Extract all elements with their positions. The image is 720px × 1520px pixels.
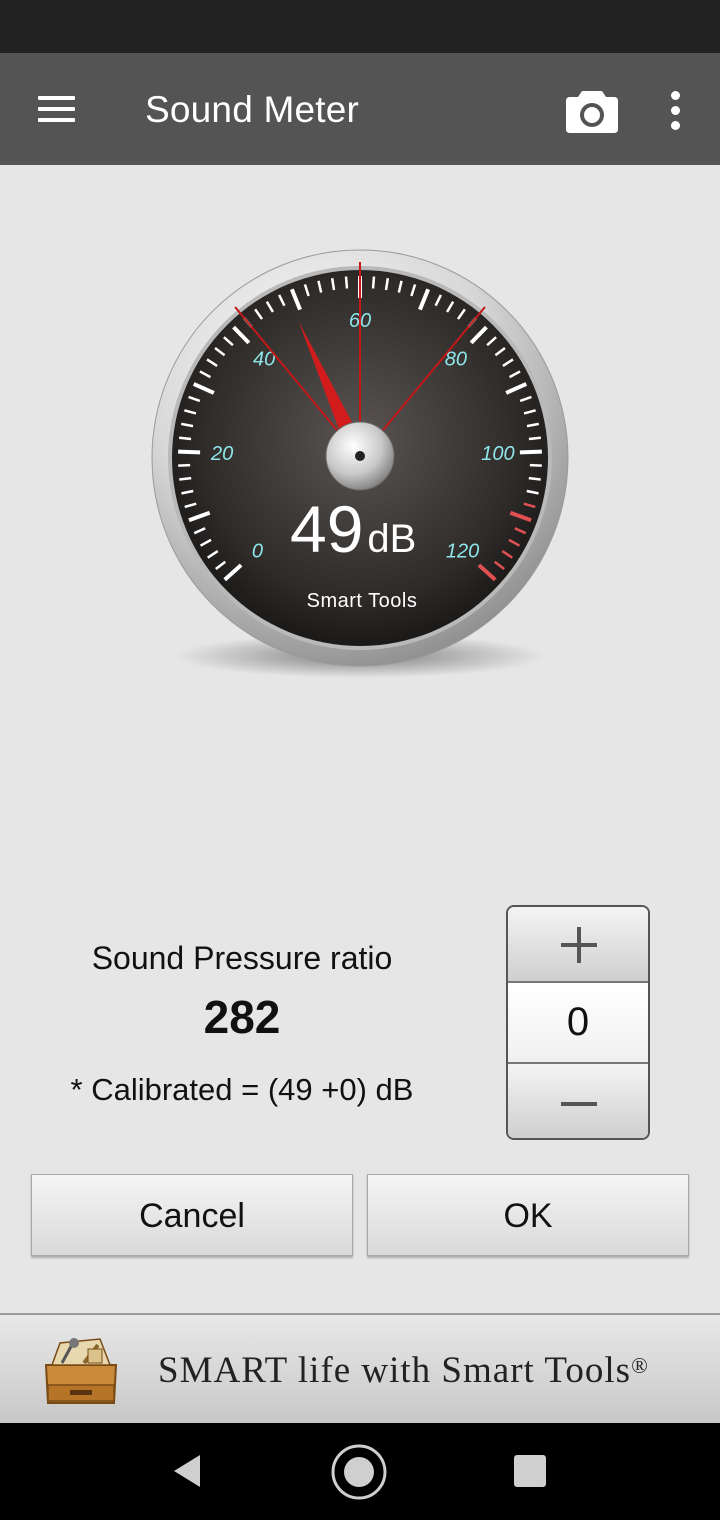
decrement-button[interactable] <box>508 1062 648 1138</box>
back-icon[interactable] <box>168 1451 208 1491</box>
gauge-tick <box>371 276 376 289</box>
gauge-tick <box>178 449 201 455</box>
db-value: 49 <box>290 492 364 566</box>
gauge-tick <box>178 436 192 441</box>
app-title: Sound Meter <box>145 89 360 130</box>
gauge-tick <box>179 476 192 481</box>
gauge-tick <box>528 476 541 481</box>
gauge-tick <box>344 276 349 289</box>
app-bar: Sound Meter <box>0 53 720 165</box>
camera-icon[interactable] <box>562 85 622 137</box>
calibration-stepper: 0 <box>506 905 650 1140</box>
cancel-button[interactable]: Cancel <box>31 1174 353 1256</box>
navigation-bar <box>0 1423 720 1520</box>
gauge-tick <box>529 463 542 467</box>
calibrated-text: * Calibrated = (49 +0) dB <box>70 1072 414 1107</box>
gauge-tick <box>519 449 542 455</box>
sound-gauge: 020406080100120 <box>151 249 569 678</box>
ratio-value: 282 <box>203 991 281 1043</box>
gauge-scale-label: 120 <box>446 540 479 562</box>
status-bar <box>0 0 720 53</box>
footer-banner[interactable]: SMART life with Smart Tools® <box>0 1313 720 1423</box>
gauge-scale-label: 0 <box>252 540 263 562</box>
gauge-scale-label: 100 <box>481 443 514 465</box>
increment-button[interactable] <box>508 907 648 983</box>
home-icon[interactable] <box>330 1443 388 1501</box>
minus-icon <box>561 1102 597 1106</box>
menu-icon[interactable] <box>24 81 88 137</box>
toolbox-logo-icon <box>44 1338 118 1404</box>
footer-slogan: SMART life with Smart Tools® <box>158 1350 649 1391</box>
gauge-tick <box>528 436 542 441</box>
gauge-tick <box>178 463 191 467</box>
ratio-label: Sound Pressure ratio <box>91 940 393 976</box>
offset-value: 0 <box>508 983 648 1062</box>
ok-button[interactable]: OK <box>367 1174 689 1256</box>
gauge-scale-label: 20 <box>210 443 233 465</box>
gauge-brand: Smart Tools <box>306 590 418 612</box>
db-unit: dB <box>367 517 417 561</box>
more-vert-icon[interactable] <box>656 83 696 137</box>
recent-apps-icon[interactable] <box>514 1455 546 1487</box>
db-reading: 49 dB <box>290 496 440 562</box>
